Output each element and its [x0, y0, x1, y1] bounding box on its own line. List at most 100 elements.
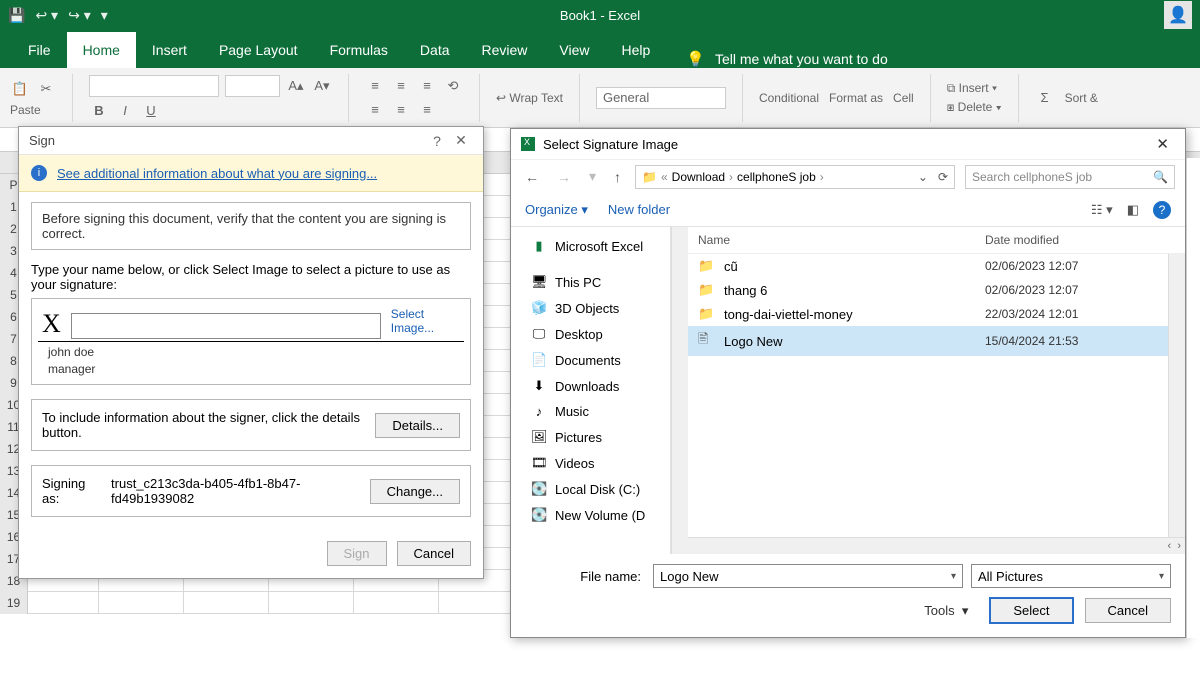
cells-delete[interactable]: ⧆ Delete ▾ — [947, 100, 1002, 115]
tree-item-documents[interactable]: 📄Documents — [511, 347, 670, 373]
nav-up-icon[interactable]: ↑ — [610, 169, 625, 185]
font-select[interactable] — [89, 75, 219, 97]
list-scrollbar[interactable] — [1168, 254, 1185, 537]
align-top-icon[interactable]: ≡ — [365, 76, 385, 96]
paste-icon[interactable]: 📋 — [10, 79, 30, 99]
folder-icon: 📁 — [642, 170, 657, 184]
align-bot-icon[interactable]: ≡ — [417, 76, 437, 96]
select-button[interactable]: Select — [990, 598, 1072, 623]
window-title: Book1 - Excel — [560, 8, 640, 23]
tab-help[interactable]: Help — [606, 32, 667, 68]
new-folder-button[interactable]: New folder — [608, 202, 670, 217]
tab-formulas[interactable]: Formulas — [314, 32, 404, 68]
tools-menu[interactable]: Tools ▾ — [924, 603, 968, 619]
downloads-icon: ⬇ — [531, 378, 547, 394]
tree-item-ddrive[interactable]: 💽New Volume (D — [511, 502, 670, 528]
tree-scrollbar[interactable] — [671, 227, 688, 554]
search-input[interactable]: Search cellphoneS job 🔍 — [965, 165, 1175, 189]
chevron-down-icon[interactable]: ⌄ — [918, 170, 928, 184]
chevron-down-icon[interactable]: ▾ — [951, 571, 956, 582]
address-bar[interactable]: 📁 « Download› cellphoneS job› ⌄ ⟳ — [635, 165, 955, 189]
tree-item-3d[interactable]: 🧊3D Objects — [511, 295, 670, 321]
decrease-font-icon[interactable]: A▾ — [312, 76, 332, 96]
file-row[interactable]: 📁tong-dai-viettel-money22/03/2024 12:01 — [688, 302, 1185, 326]
orientation-icon[interactable]: ⟲ — [443, 76, 463, 96]
tab-insert[interactable]: Insert — [136, 32, 203, 68]
nav-recent-icon[interactable]: ▾ — [585, 168, 600, 185]
underline-icon[interactable]: U — [141, 101, 161, 121]
redo-icon[interactable]: ↪ ▾ — [68, 7, 91, 24]
tab-home[interactable]: Home — [67, 32, 136, 68]
font-size-select[interactable] — [225, 75, 280, 97]
sort-filter[interactable]: Sort & — [1065, 91, 1098, 105]
nav-forward-icon[interactable]: → — [553, 169, 575, 185]
tree-item-videos[interactable]: 🎞Videos — [511, 450, 670, 476]
change-button[interactable]: Change... — [370, 479, 460, 504]
tab-view[interactable]: View — [543, 32, 605, 68]
undo-icon[interactable]: ↩ ▾ — [35, 7, 58, 24]
tree-item-downloads[interactable]: ⬇Downloads — [511, 373, 670, 399]
tree-item-desktop[interactable]: 🖵Desktop — [511, 321, 670, 347]
format-as-table[interactable]: Format as — [829, 91, 883, 105]
close-icon[interactable]: ✕ — [1150, 135, 1175, 153]
user-avatar[interactable]: 👤 — [1164, 1, 1192, 29]
align-mid-icon[interactable]: ≡ — [391, 76, 411, 96]
qat-more-icon[interactable]: ▾ — [101, 7, 108, 24]
file-row[interactable]: 📁thang 602/06/2023 12:07 — [688, 278, 1185, 302]
wrap-text[interactable]: ↩ Wrap Text — [496, 91, 563, 105]
tab-file[interactable]: File — [12, 32, 67, 68]
cell-styles[interactable]: Cell — [893, 91, 914, 105]
drive-icon: 💽 — [531, 481, 547, 497]
view-icon[interactable]: ☷ ▾ — [1091, 202, 1113, 218]
conditional-fmt[interactable]: Conditional — [759, 91, 819, 105]
tab-page-layout[interactable]: Page Layout — [203, 32, 314, 68]
tree-item-music[interactable]: ♪Music — [511, 399, 670, 424]
autosum-icon[interactable]: Σ — [1035, 88, 1055, 108]
help-icon[interactable]: ? — [425, 133, 449, 149]
file-type-filter[interactable]: All Pictures▾ — [971, 564, 1171, 588]
info-link[interactable]: See additional information about what yo… — [57, 166, 377, 181]
file-row-selected[interactable]: 🖹Logo New15/04/2024 21:53 — [688, 326, 1185, 356]
tab-data[interactable]: Data — [404, 32, 466, 68]
save-icon[interactable]: 💾 — [8, 7, 25, 24]
select-image-link[interactable]: Select Image... — [387, 303, 464, 339]
tree-item-this-pc[interactable]: 🖥This PC — [511, 269, 670, 295]
picker-cancel-button[interactable]: Cancel — [1085, 598, 1171, 623]
close-icon[interactable]: ✕ — [449, 132, 473, 149]
breadcrumb[interactable]: Download — [672, 170, 725, 184]
file-picker-dialog: Select Signature Image ✕ ← → ▾ ↑ 📁 « Dow… — [510, 128, 1186, 638]
signature-input[interactable] — [71, 313, 381, 339]
tree-item-pictures[interactable]: 🖼Pictures — [511, 424, 670, 450]
filename-input[interactable]: Logo New▾ — [653, 564, 963, 588]
align-left-icon[interactable]: ≡ — [365, 100, 385, 120]
include-info-text: To include information about the signer,… — [42, 410, 375, 440]
col-date[interactable]: Date modified — [985, 233, 1175, 247]
nav-back-icon[interactable]: ← — [521, 169, 543, 185]
tree-item-excel[interactable]: ▮Microsoft Excel — [511, 233, 670, 259]
cells-insert[interactable]: ⧉ Insert ▾ — [947, 81, 1002, 96]
preview-pane-icon[interactable]: ◧ — [1127, 202, 1139, 218]
details-button[interactable]: Details... — [375, 413, 460, 438]
cut-icon[interactable]: ✂ — [36, 79, 56, 99]
number-format-select[interactable]: General — [596, 87, 726, 109]
sign-cancel-button[interactable]: Cancel — [397, 541, 471, 566]
sign-button[interactable]: Sign — [327, 541, 387, 566]
file-list: 📁cũ02/06/2023 12:07 📁thang 602/06/2023 1… — [688, 254, 1185, 537]
organize-menu[interactable]: Organize ▾ — [525, 202, 588, 218]
increase-font-icon[interactable]: A▴ — [286, 76, 306, 96]
list-scrollbar-h[interactable]: ‹ › — [688, 537, 1185, 554]
bold-icon[interactable]: B — [89, 101, 109, 121]
align-right-icon[interactable]: ≡ — [417, 100, 437, 120]
tell-me[interactable]: Tell me what you want to do — [715, 51, 888, 67]
align-center-icon[interactable]: ≡ — [391, 100, 411, 120]
file-row[interactable]: 📁cũ02/06/2023 12:07 — [688, 254, 1185, 278]
tree-item-cdrive[interactable]: 💽Local Disk (C:) — [511, 476, 670, 502]
row-header[interactable]: 19 — [0, 592, 28, 614]
italic-icon[interactable]: I — [115, 101, 135, 121]
help-icon[interactable]: ? — [1153, 201, 1171, 219]
tab-review[interactable]: Review — [466, 32, 544, 68]
breadcrumb[interactable]: cellphoneS job — [737, 170, 816, 184]
col-name[interactable]: Name — [698, 233, 985, 247]
chevron-down-icon[interactable]: ▾ — [1159, 571, 1164, 582]
refresh-icon[interactable]: ⟳ — [932, 170, 948, 184]
